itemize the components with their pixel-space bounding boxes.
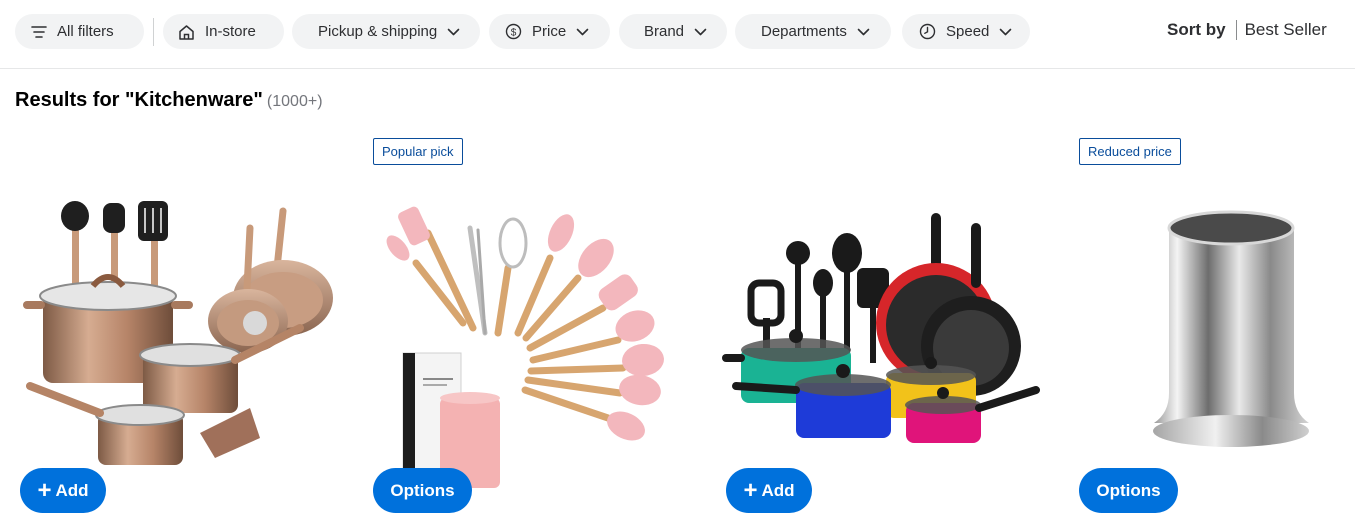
product-card[interactable]: + Add bbox=[15, 128, 355, 522]
product-card[interactable]: Popular pick Options bbox=[368, 128, 708, 522]
results-count: (1000+) bbox=[266, 93, 323, 110]
brand-label: Brand bbox=[644, 23, 685, 40]
filter-lines-icon bbox=[31, 25, 47, 39]
all-filters-label: All filters bbox=[57, 23, 114, 40]
add-to-cart-button[interactable]: + Add bbox=[20, 468, 106, 513]
reduced-price-badge: Reduced price bbox=[1079, 138, 1181, 165]
filter-bar: All filters In-store Pickup & shipping $… bbox=[0, 0, 1355, 69]
results-heading: Results for "Kitchenware" (1000+) bbox=[15, 89, 323, 112]
sort-by-label: Sort by bbox=[1167, 20, 1226, 39]
popular-pick-badge: Popular pick bbox=[373, 138, 463, 165]
speed-label: Speed bbox=[946, 23, 990, 40]
badge-label: Reduced price bbox=[1088, 144, 1172, 159]
clock-icon bbox=[919, 23, 936, 40]
options-button-label: Options bbox=[390, 480, 455, 500]
in-store-button[interactable]: In-store bbox=[163, 14, 284, 49]
chevron-down-icon bbox=[447, 28, 460, 36]
store-icon bbox=[178, 24, 195, 40]
all-filters-button[interactable]: All filters bbox=[15, 14, 144, 49]
add-button-label: Add bbox=[55, 480, 89, 500]
filter-divider bbox=[153, 18, 154, 46]
price-dropdown[interactable]: $ Price bbox=[489, 14, 610, 49]
pickup-shipping-dropdown[interactable]: Pickup & shipping bbox=[292, 14, 480, 49]
options-button-label: Options bbox=[1096, 480, 1161, 500]
product-image[interactable] bbox=[1074, 128, 1355, 488]
departments-dropdown[interactable]: Departments bbox=[735, 14, 891, 49]
add-to-cart-button[interactable]: + Add bbox=[726, 468, 812, 513]
options-button[interactable]: Options bbox=[373, 468, 472, 513]
add-button-label: Add bbox=[761, 480, 795, 500]
product-image[interactable] bbox=[368, 128, 708, 488]
in-store-label: In-store bbox=[205, 23, 256, 40]
chevron-down-icon bbox=[999, 28, 1012, 36]
sort-by-control[interactable]: Sort by Best Seller bbox=[1167, 20, 1327, 40]
dollar-circle-icon: $ bbox=[505, 23, 522, 40]
product-card[interactable]: Reduced price Options bbox=[1074, 128, 1355, 522]
results-title: Results for "Kitchenware" bbox=[15, 89, 263, 111]
brand-dropdown[interactable]: Brand bbox=[619, 14, 727, 49]
pickup-shipping-label: Pickup & shipping bbox=[318, 23, 438, 40]
chevron-down-icon bbox=[694, 28, 707, 36]
svg-text:$: $ bbox=[511, 27, 517, 38]
price-label: Price bbox=[532, 23, 567, 40]
product-image[interactable] bbox=[15, 128, 355, 488]
plus-icon: + bbox=[743, 476, 758, 504]
chevron-down-icon bbox=[576, 28, 589, 36]
plus-icon: + bbox=[37, 476, 52, 504]
product-card[interactable]: + Add bbox=[721, 128, 1061, 522]
badge-label: Popular pick bbox=[382, 144, 454, 159]
product-image[interactable] bbox=[721, 128, 1061, 488]
sort-by-value[interactable]: Best Seller bbox=[1245, 20, 1327, 40]
speed-dropdown[interactable]: Speed bbox=[902, 14, 1030, 49]
sort-divider bbox=[1235, 20, 1237, 40]
options-button[interactable]: Options bbox=[1079, 468, 1178, 513]
chevron-down-icon bbox=[857, 28, 870, 36]
departments-label: Departments bbox=[761, 23, 847, 40]
